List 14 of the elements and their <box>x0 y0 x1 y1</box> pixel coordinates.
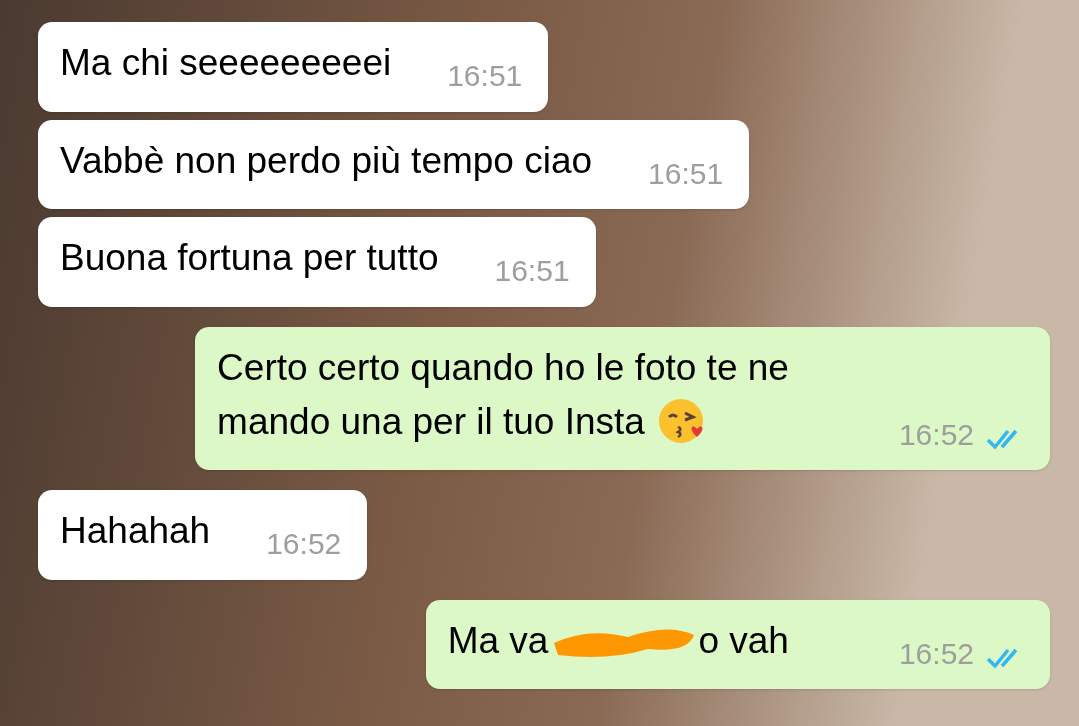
message-text: Ma chi seeeeeeeeei <box>60 41 392 85</box>
message-time: 16:51 <box>447 58 523 95</box>
message-text: mando una per il tuo Insta <box>217 399 645 444</box>
message-text: Vabbè non perdo più tempo ciao <box>60 138 593 183</box>
message-text: Certo certo quando ho le foto te ne <box>217 345 789 390</box>
message-text: Ma va <box>447 618 549 663</box>
message-time: 16:51 <box>648 155 724 192</box>
message-time: 16:51 <box>494 253 570 290</box>
message-time: 16:52 <box>898 636 974 672</box>
message-text: Hahahah <box>60 509 211 554</box>
message-text: o vah <box>698 618 789 663</box>
message-time: 16:52 <box>266 526 342 563</box>
message-text: Buona fortuna per tutto <box>60 236 439 281</box>
message-time: 16:52 <box>898 416 974 453</box>
